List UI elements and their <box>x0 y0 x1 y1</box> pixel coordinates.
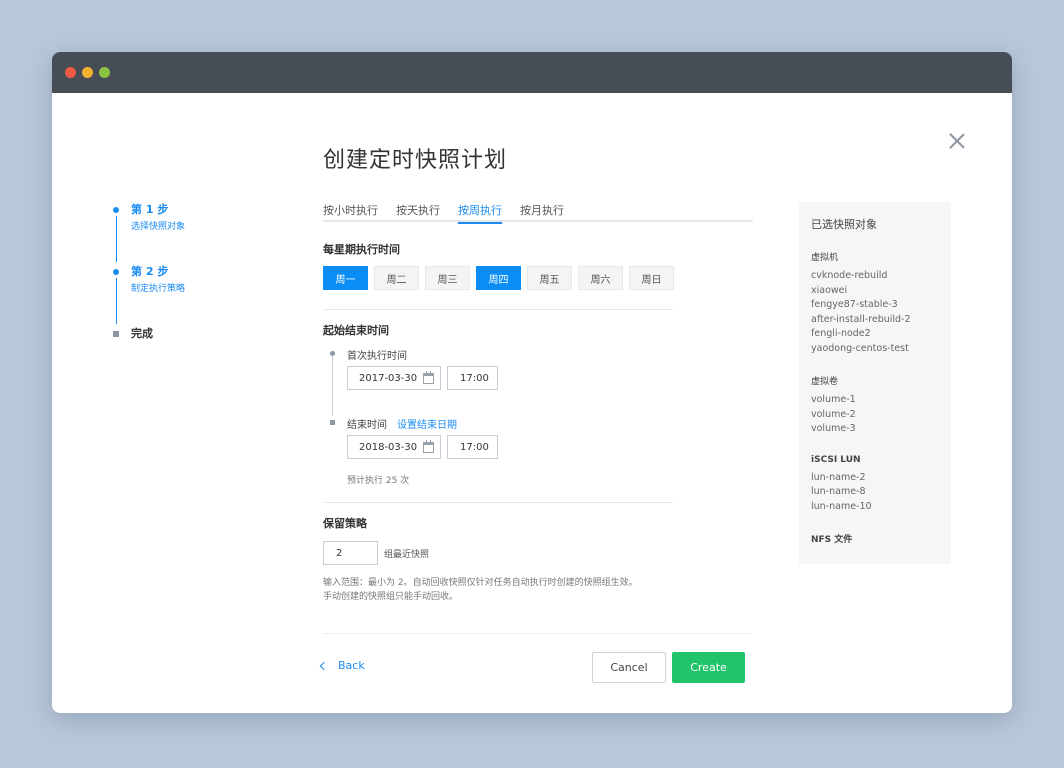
group-title-vm: 虚拟机 <box>811 253 839 263</box>
step-3: 完成 <box>110 326 250 388</box>
step-connector <box>115 216 117 262</box>
day-monday[interactable]: 周一 <box>323 266 368 290</box>
retention-count-input[interactable]: 2 <box>323 541 378 565</box>
estimate-text: 预计执行 25 次 <box>347 476 410 486</box>
first-run-label: 首次执行时间 <box>347 351 407 362</box>
list-item: volume-2 <box>811 408 856 420</box>
step-subtitle: 选择快照对象 <box>131 222 186 232</box>
day-thursday[interactable]: 周四 <box>476 266 521 290</box>
end-date-input[interactable]: 2018-03-30 <box>347 435 441 459</box>
schedule-form: 按小时执行 按天执行 按周执行 按月执行 每星期执行时间 周一 周二 周三 周四… <box>323 192 753 602</box>
day-friday[interactable]: 周五 <box>527 266 572 290</box>
first-run-time-input[interactable]: 17:00 <box>447 366 498 390</box>
step-title: 第 1 步 <box>131 203 169 216</box>
list-item: lun-name-2 <box>811 471 866 483</box>
step-title: 完成 <box>131 327 153 340</box>
list-item: yaodong-centos-test <box>811 342 909 354</box>
close-window-dot[interactable] <box>65 67 76 78</box>
close-icon[interactable] <box>948 132 966 150</box>
end-time-text: 结束时间 <box>347 420 387 431</box>
list-item: lun-name-8 <box>811 486 866 497</box>
step-1[interactable]: 第 1 步 选择快照对象 <box>110 202 250 264</box>
step-title: 第 2 步 <box>131 265 169 278</box>
retention-hint: 输入范围：最小为 2。自动回收快照仅针对任务自动执行时创建的快照组生效。 手动创… <box>323 576 723 604</box>
minimize-window-dot[interactable] <box>82 67 93 78</box>
group-title-iscsi: iSCSI LUN <box>811 454 861 465</box>
first-run-date-value: 2017-03-30 <box>359 372 418 384</box>
step-bullet-icon <box>113 269 119 275</box>
list-item: lun-name-10 <box>811 500 872 512</box>
tab-hourly[interactable]: 按小时执行 <box>323 192 378 222</box>
selected-objects-panel: 已选快照对象 虚拟机 cvknode-rebuild xiaowei fengy… <box>799 202 951 564</box>
group-title-volume: 虚拟卷 <box>811 377 839 387</box>
day-saturday[interactable]: 周六 <box>578 266 623 290</box>
calendar-icon[interactable] <box>423 440 434 453</box>
tab-monthly[interactable]: 按月执行 <box>520 192 564 222</box>
section-divider <box>323 502 673 503</box>
end-date-value: 2018-03-30 <box>359 441 418 453</box>
timeline-line <box>332 352 333 416</box>
retention-hint-line: 输入范围：最小为 2。自动回收快照仅针对任务自动执行时创建的快照组生效。 <box>323 578 638 588</box>
start-end-label: 起始结束时间 <box>323 324 389 337</box>
tab-daily[interactable]: 按天执行 <box>396 192 440 222</box>
day-sunday[interactable]: 周日 <box>629 266 674 290</box>
retention-label: 保留策略 <box>323 517 367 530</box>
retention-unit: 组最近快照 <box>384 550 430 560</box>
timeline-dot-icon <box>330 351 335 356</box>
back-label: Back <box>338 659 365 672</box>
chevron-left-icon <box>319 661 329 670</box>
list-item: after-install-rebuild-2 <box>811 313 911 325</box>
day-wednesday[interactable]: 周三 <box>425 266 470 290</box>
weekday-selector: 周一 周二 周三 周四 周五 周六 周日 <box>323 266 674 290</box>
frequency-tabs: 按小时执行 按天执行 按周执行 按月执行 <box>323 192 753 224</box>
step-subtitle: 制定执行策略 <box>131 284 186 294</box>
page-title: 创建定时快照计划 <box>323 148 508 173</box>
set-end-date-link[interactable]: 设置结束日期 <box>397 420 457 431</box>
step-square-icon <box>113 331 119 337</box>
step-bullet-icon <box>113 207 119 213</box>
dialog-window: 创建定时快照计划 第 1 步 选择快照对象 第 2 步 制定执行策略 完成 按小… <box>52 52 1012 713</box>
day-tuesday[interactable]: 周二 <box>374 266 419 290</box>
end-time-input[interactable]: 17:00 <box>447 435 498 459</box>
wizard-steps: 第 1 步 选择快照对象 第 2 步 制定执行策略 完成 <box>110 202 250 388</box>
first-run-date-input[interactable]: 2017-03-30 <box>347 366 441 390</box>
section-divider <box>323 309 673 310</box>
maximize-window-dot[interactable] <box>99 67 110 78</box>
list-item: cvknode-rebuild <box>811 270 888 281</box>
list-item: fengye87-stable-3 <box>811 299 898 310</box>
retention-hint-line: 手动创建的快照组只能手动回收。 <box>323 592 459 602</box>
group-title-nfs: NFS 文件 <box>811 535 853 545</box>
weekly-time-label: 每星期执行时间 <box>323 243 400 256</box>
panel-title: 已选快照对象 <box>811 218 877 231</box>
create-button[interactable]: Create <box>672 652 745 683</box>
list-item: fengli-node2 <box>811 328 871 339</box>
step-2[interactable]: 第 2 步 制定执行策略 <box>110 264 250 326</box>
tab-weekly[interactable]: 按周执行 <box>458 192 502 224</box>
back-button[interactable]: Back <box>319 659 365 672</box>
end-time-label: 结束时间 设置结束日期 <box>347 416 457 431</box>
list-item: volume-3 <box>811 423 856 434</box>
footer-divider <box>323 633 751 634</box>
list-item: xiaowei <box>811 284 848 296</box>
timeline-square-icon <box>330 420 335 425</box>
window-titlebar <box>52 52 1012 93</box>
step-connector <box>115 278 117 324</box>
cancel-button[interactable]: Cancel <box>592 652 666 683</box>
calendar-icon[interactable] <box>423 371 434 384</box>
list-item: volume-1 <box>811 394 856 405</box>
